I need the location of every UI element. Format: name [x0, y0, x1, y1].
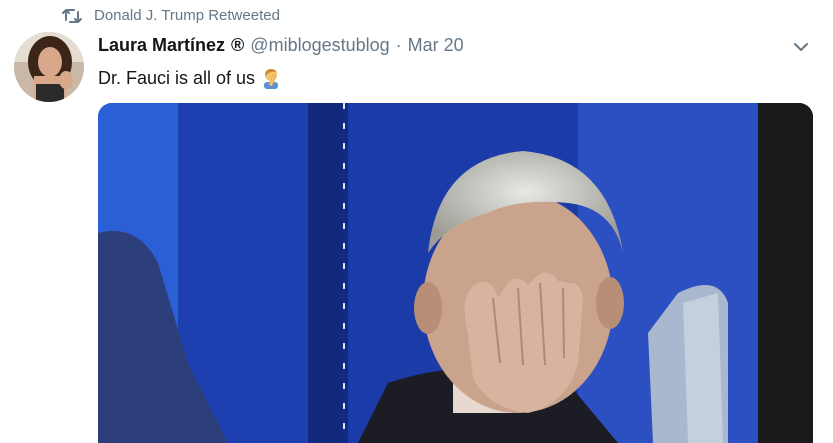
author-badge: ®	[231, 35, 245, 55]
author-name[interactable]: Laura Martínez	[98, 35, 225, 56]
header-separator: ·	[395, 35, 402, 55]
facepalm-emoji-icon	[261, 67, 283, 89]
avatar[interactable]	[14, 32, 84, 102]
tweet-date[interactable]: Mar 20	[408, 35, 464, 56]
retweet-label[interactable]: Donald J. Trump Retweeted	[94, 7, 280, 24]
retweet-icon	[62, 8, 82, 24]
tweet-video[interactable]	[98, 103, 813, 443]
retweet-context: Donald J. Trump Retweeted	[62, 7, 280, 24]
tweet-text: Dr. Fauci is all of us	[98, 67, 256, 88]
author-handle[interactable]: @miblogestublog	[250, 35, 389, 56]
chevron-down-icon[interactable]	[790, 36, 812, 58]
tweet-header: Laura Martínez ® @miblogestublog · Mar 2…	[98, 35, 464, 56]
tweet-body: Dr. Fauci is all of us	[98, 67, 283, 89]
